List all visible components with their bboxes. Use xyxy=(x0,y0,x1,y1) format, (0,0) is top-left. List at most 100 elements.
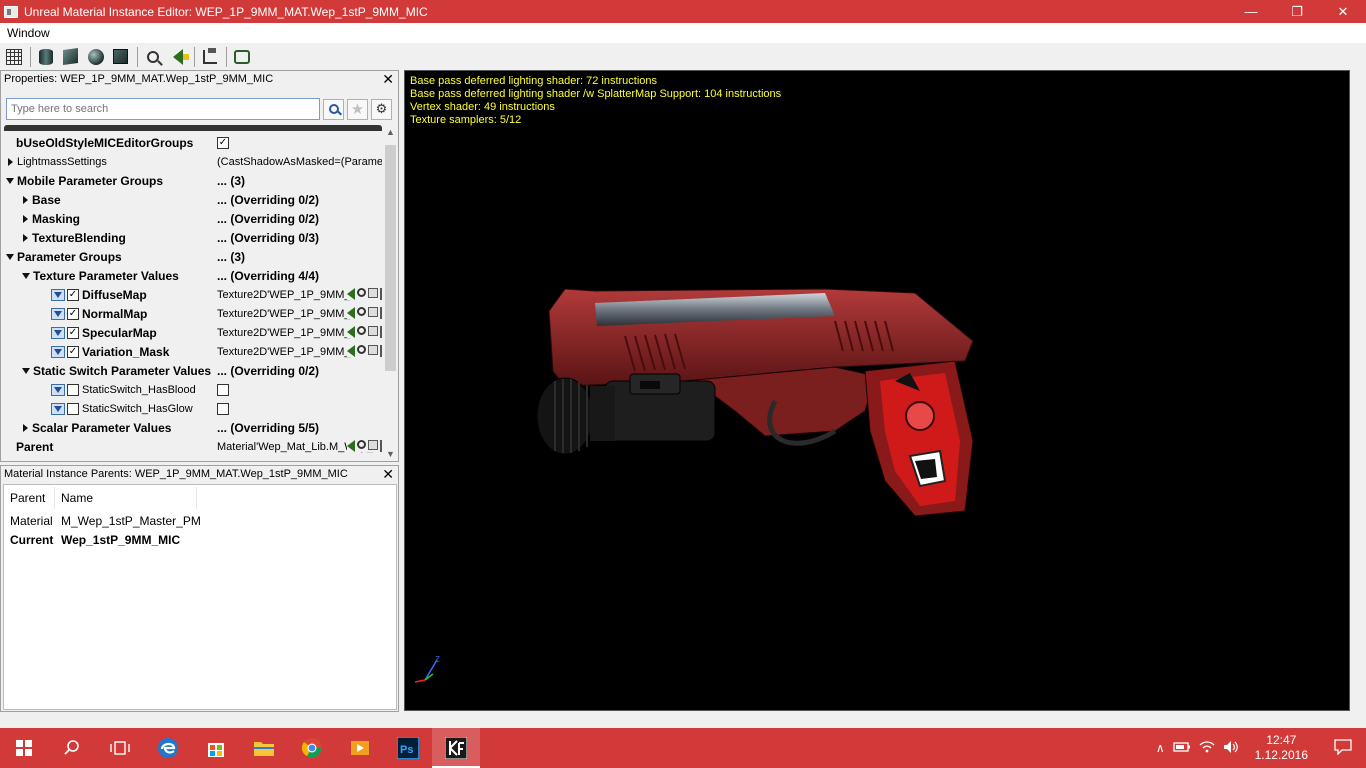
property-row[interactable]: StaticSwitch_HasGlow xyxy=(4,399,382,418)
override-toggle-icon[interactable] xyxy=(51,345,65,358)
scroll-down-icon[interactable]: ▼ xyxy=(386,449,395,459)
properties-close-icon[interactable]: ✕ xyxy=(382,71,394,87)
battery-icon[interactable] xyxy=(1169,741,1195,756)
property-row[interactable]: TextureBlending ... (Overriding 0/3) xyxy=(4,228,382,247)
value-checkbox[interactable] xyxy=(217,402,229,415)
collapse-arrow-icon[interactable] xyxy=(6,177,14,184)
more-icon[interactable] xyxy=(380,345,382,357)
notifications-icon[interactable] xyxy=(1320,738,1366,758)
menu-window[interactable]: Window xyxy=(0,26,57,40)
use-selected-icon[interactable] xyxy=(347,288,355,300)
override-toggle-icon[interactable] xyxy=(51,288,65,301)
column-name[interactable]: Name xyxy=(55,487,197,509)
expand-arrow-icon[interactable] xyxy=(23,423,28,432)
settings-button[interactable]: ⚙ xyxy=(371,98,392,120)
media-player-icon[interactable] xyxy=(336,728,384,768)
scroll-thumb[interactable] xyxy=(385,145,396,371)
clear-icon[interactable] xyxy=(368,345,378,355)
find-icon[interactable] xyxy=(357,326,366,335)
override-checkbox[interactable]: ✓ xyxy=(67,307,79,320)
property-value[interactable]: Texture2D'WEP_1P_9MM_TEX.Wep_1stP_9MM_N' xyxy=(217,304,382,323)
properties-scrollbar[interactable]: ▲ ▼ xyxy=(383,125,398,461)
property-row[interactable]: Parent Material'Wep_Mat_Lib.M_Wep_1stP_M… xyxy=(4,437,382,456)
find-icon[interactable] xyxy=(357,440,366,449)
close-button[interactable]: ✕ xyxy=(1320,0,1366,23)
property-row[interactable]: ✓DiffuseMap Texture2D'WEP_1P_9MM_TEX.Wep… xyxy=(4,285,382,304)
edge-icon[interactable] xyxy=(144,728,192,768)
property-row[interactable]: Parameter Groups ... (3) xyxy=(4,247,382,266)
use-selected-icon[interactable] xyxy=(347,440,355,452)
property-row[interactable]: bUseOldStyleMICEditorGroups ✓ xyxy=(4,133,382,152)
task-view-icon[interactable] xyxy=(96,728,144,768)
checkbox-use-old-style[interactable]: ✓ xyxy=(217,136,229,149)
expand-arrow-icon[interactable] xyxy=(23,214,28,223)
find-icon[interactable] xyxy=(357,288,366,297)
override-checkbox[interactable]: ✓ xyxy=(67,326,79,339)
grid-icon[interactable] xyxy=(2,46,25,68)
refresh-icon[interactable] xyxy=(230,46,253,68)
search-icon[interactable] xyxy=(48,728,96,768)
find-icon[interactable] xyxy=(357,345,366,354)
property-row[interactable]: StaticSwitch_HasBlood xyxy=(4,380,382,399)
property-value[interactable]: Texture2D'WEP_1P_9MM_TEX.Wep_1stP_9MM_S' xyxy=(217,323,382,342)
override-toggle-icon[interactable] xyxy=(51,383,65,396)
clock[interactable]: 12:47 1.12.2016 xyxy=(1243,733,1320,763)
maximize-button[interactable]: ❐ xyxy=(1274,0,1320,23)
cylinder-preview-icon[interactable] xyxy=(34,46,57,68)
list-item[interactable]: Material M_Wep_1stP_Master_PM xyxy=(4,511,396,530)
zoom-icon[interactable] xyxy=(141,46,164,68)
hierarchy-icon[interactable] xyxy=(198,46,221,68)
clear-icon[interactable] xyxy=(368,307,378,317)
list-item[interactable]: Current Wep_1stP_9MM_MIC xyxy=(4,530,396,549)
override-toggle-icon[interactable] xyxy=(51,402,65,415)
use-selected-icon[interactable] xyxy=(347,345,355,357)
override-toggle-icon[interactable] xyxy=(51,326,65,339)
clear-icon[interactable] xyxy=(368,288,378,298)
volume-icon[interactable] xyxy=(1219,740,1243,757)
expand-arrow-icon[interactable] xyxy=(23,233,28,242)
more-icon[interactable] xyxy=(380,288,382,300)
property-row[interactable]: Texture Parameter Values ... (Overriding… xyxy=(4,266,382,285)
property-value[interactable]: Texture2D'WEP_1P_9MM_TEX.Wep_1stP_9MM_M' xyxy=(217,342,382,361)
plane-preview-icon[interactable] xyxy=(109,46,132,68)
more-icon[interactable] xyxy=(380,326,382,338)
override-checkbox[interactable] xyxy=(67,383,79,396)
more-icon[interactable] xyxy=(380,440,382,452)
favorites-button[interactable]: ★ xyxy=(347,98,368,120)
property-row[interactable]: Masking ... (Overriding 0/2) xyxy=(4,209,382,228)
minimize-button[interactable]: — xyxy=(1228,0,1274,23)
property-value[interactable]: Texture2D'WEP_1P_9MM_TEX.Wep_1stP_9MM_D' xyxy=(217,285,382,304)
chrome-icon[interactable] xyxy=(288,728,336,768)
property-row[interactable]: ✓Variation_Mask Texture2D'WEP_1P_9MM_TEX… xyxy=(4,342,382,361)
property-row[interactable]: Static Switch Parameter Values ... (Over… xyxy=(4,361,382,380)
back-arrow-icon[interactable] xyxy=(166,46,189,68)
search-button[interactable] xyxy=(323,98,344,120)
collapse-arrow-icon[interactable] xyxy=(22,272,30,279)
property-row[interactable]: LightmassSettings (CastShadowAsMasked=(P… xyxy=(4,152,382,171)
override-toggle-icon[interactable] xyxy=(51,307,65,320)
network-icon[interactable] xyxy=(1195,740,1219,757)
column-parent[interactable]: Parent xyxy=(4,487,55,509)
preview-viewport[interactable]: Base pass deferred lighting shader: 72 i… xyxy=(404,70,1350,711)
override-checkbox[interactable]: ✓ xyxy=(67,345,79,358)
property-row[interactable]: Mobile Parameter Groups ... (3) xyxy=(4,171,382,190)
store-icon[interactable] xyxy=(192,728,240,768)
cube-preview-icon[interactable] xyxy=(59,46,82,68)
tray-expand-icon[interactable]: ∧ xyxy=(1152,741,1169,755)
file-explorer-icon[interactable] xyxy=(240,728,288,768)
expand-arrow-icon[interactable] xyxy=(23,195,28,204)
sphere-preview-icon[interactable] xyxy=(84,46,107,68)
search-input[interactable] xyxy=(6,98,320,120)
more-icon[interactable] xyxy=(380,307,382,319)
parents-close-icon[interactable]: ✕ xyxy=(382,466,394,482)
expand-arrow-icon[interactable] xyxy=(8,157,13,166)
collapse-arrow-icon[interactable] xyxy=(6,253,14,260)
use-selected-icon[interactable] xyxy=(347,307,355,319)
use-selected-icon[interactable] xyxy=(347,326,355,338)
clear-icon[interactable] xyxy=(368,326,378,336)
override-checkbox[interactable] xyxy=(67,402,79,415)
property-value[interactable]: Material'Wep_Mat_Lib.M_Wep_1stP_Master_P… xyxy=(217,437,382,456)
property-value[interactable]: (CastShadowAsMasked=(ParameterValue=Fals… xyxy=(217,152,382,171)
property-row[interactable]: ✓NormalMap Texture2D'WEP_1P_9MM_TEX.Wep_… xyxy=(4,304,382,323)
scroll-up-icon[interactable]: ▲ xyxy=(386,127,395,137)
